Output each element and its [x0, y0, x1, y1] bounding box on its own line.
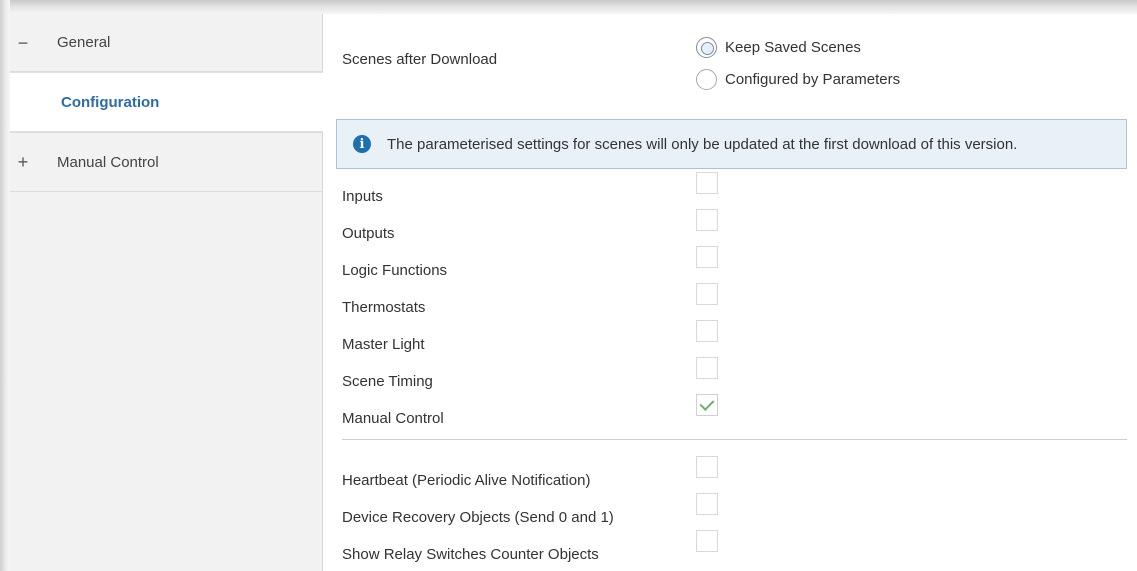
window: − General Configuration + Manual Control…: [0, 0, 1137, 571]
relay-switches-counter-checkbox[interactable]: [696, 530, 718, 552]
heartbeat-label: Heartbeat (Periodic Alive Notification): [342, 472, 591, 489]
thermostats-checkbox[interactable]: [696, 283, 718, 305]
sidebar-item-manual-control[interactable]: + Manual Control: [10, 132, 323, 192]
radio-label: Keep Saved Scenes: [725, 38, 861, 56]
outputs-checkbox[interactable]: [696, 209, 718, 231]
sidebar-item-label: Manual Control: [57, 153, 159, 171]
outputs-label: Outputs: [342, 225, 395, 242]
sidebar-item-configuration[interactable]: Configuration: [10, 72, 323, 132]
radio-label: Configured by Parameters: [725, 70, 901, 88]
keep-saved-scenes-radio[interactable]: Keep Saved Scenes: [696, 34, 900, 60]
info-icon: i: [353, 135, 371, 153]
expand-icon[interactable]: +: [17, 153, 29, 171]
inputs-label: Inputs: [342, 188, 383, 205]
configured-by-parameters-radio[interactable]: Configured by Parameters: [696, 66, 900, 92]
device-recovery-label: Device Recovery Objects (Send 0 and 1): [342, 509, 614, 526]
scene-timing-checkbox[interactable]: [696, 357, 718, 379]
manual-control-checkbox[interactable]: [696, 394, 718, 416]
sidebar-item-label: Configuration: [61, 93, 160, 111]
sidebar: − General Configuration + Manual Control: [10, 14, 323, 571]
main-panel: Scenes after Download Keep Saved Scenes …: [324, 14, 1137, 571]
sidebar-item-label: General: [57, 34, 111, 51]
scenes-radio-group: Keep Saved Scenes Configured by Paramete…: [696, 34, 900, 92]
info-text: The parameterised settings for scenes wi…: [387, 135, 1018, 153]
heartbeat-checkbox[interactable]: [696, 456, 718, 478]
section-divider: [342, 439, 1127, 440]
sidebar-item-general[interactable]: − General: [10, 14, 323, 72]
scenes-after-download-label: Scenes after Download: [342, 51, 498, 68]
logic-functions-label: Logic Functions: [342, 262, 448, 279]
relay-switches-counter-label: Show Relay Switches Counter Objects: [342, 546, 599, 563]
thermostats-label: Thermostats: [342, 299, 426, 316]
collapse-icon[interactable]: −: [17, 34, 29, 52]
master-light-label: Master Light: [342, 336, 425, 353]
radio-selected-icon[interactable]: [696, 36, 717, 58]
inputs-checkbox[interactable]: [696, 172, 718, 194]
device-recovery-checkbox[interactable]: [696, 493, 718, 515]
window-shadow-top: [0, 0, 1137, 14]
logic-functions-checkbox[interactable]: [696, 246, 718, 268]
info-banner: i The parameterised settings for scenes …: [336, 119, 1127, 169]
radio-unselected-icon[interactable]: [696, 68, 717, 90]
window-shadow-left: [0, 0, 10, 571]
scene-timing-label: Scene Timing: [342, 373, 433, 390]
master-light-checkbox[interactable]: [696, 320, 718, 342]
manual-control-label: Manual Control: [342, 410, 444, 427]
